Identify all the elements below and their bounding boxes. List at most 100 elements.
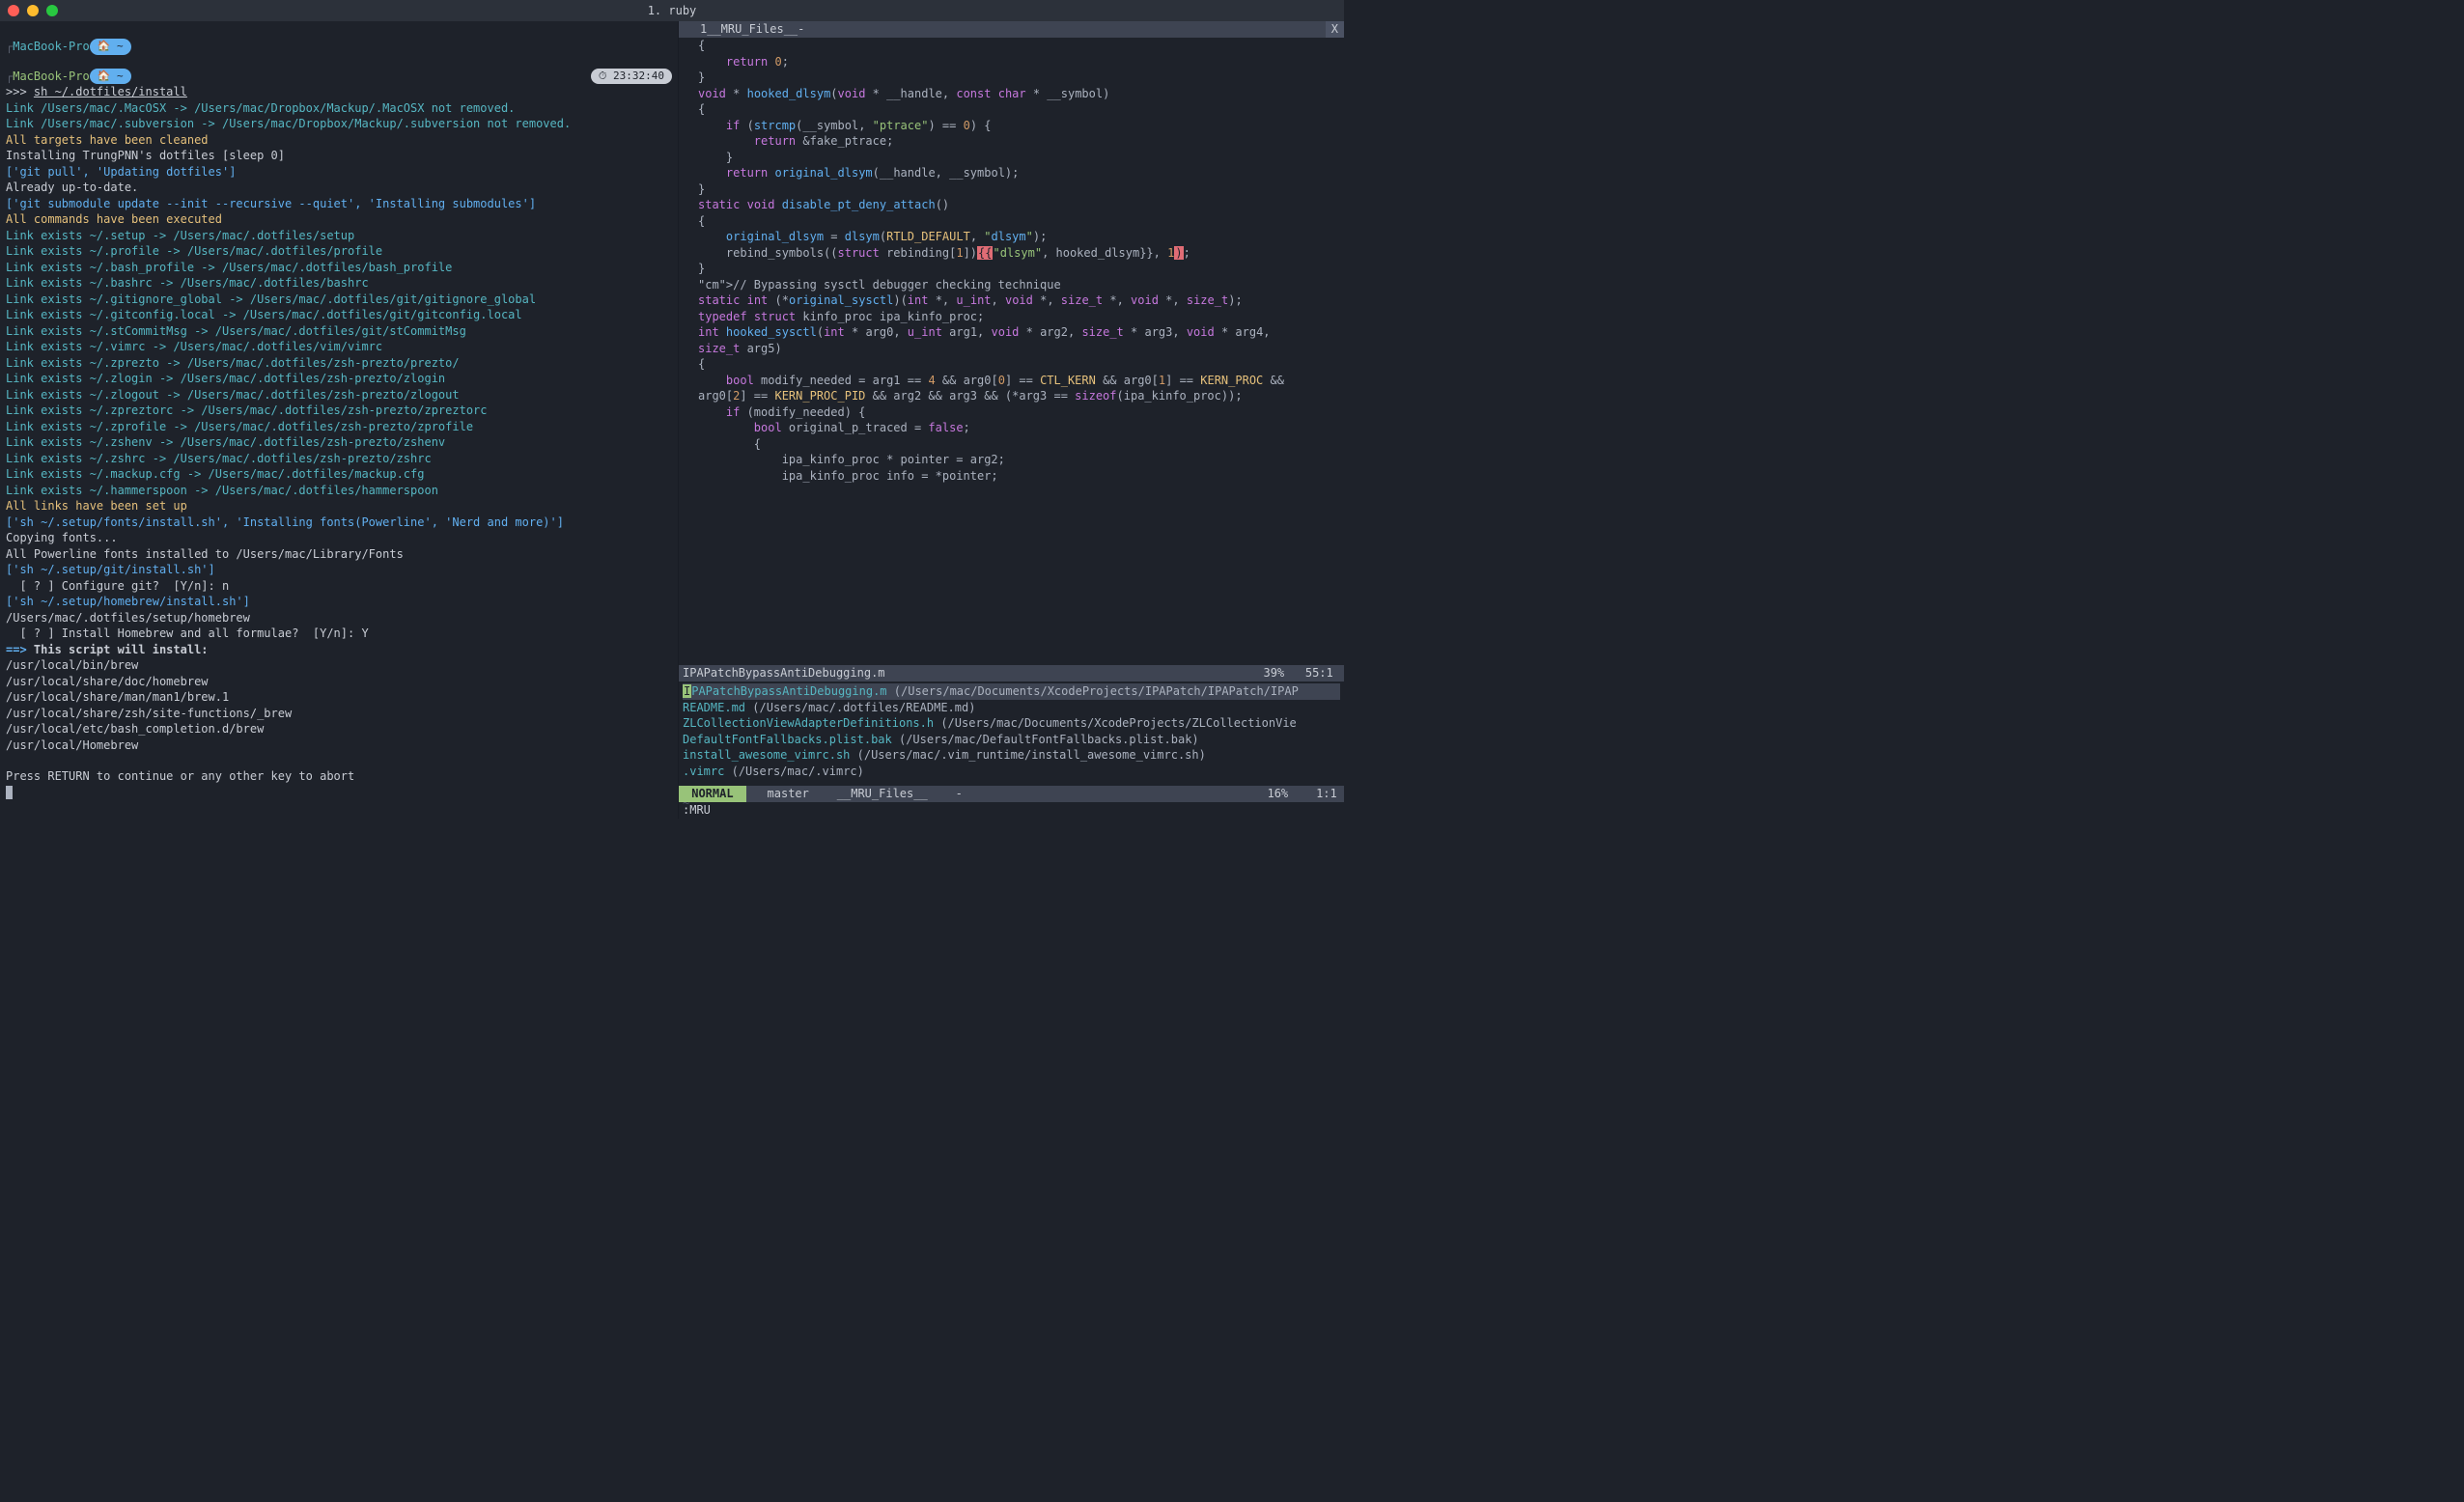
tab-line-number: 1 bbox=[700, 21, 707, 38]
code-line: if (strcmp(__symbol, "ptrace") == 0) { bbox=[698, 118, 1340, 134]
terminal-output-line: ['sh ~/.setup/fonts/install.sh', 'Instal… bbox=[6, 515, 672, 531]
install-path-line: /usr/local/share/zsh/site-functions/_bre… bbox=[6, 706, 672, 722]
terminal-output-line: Link exists ~/.gitignore_global -> /User… bbox=[6, 292, 672, 308]
mru-item[interactable]: DefaultFontFallbacks.plist.bak (/Users/m… bbox=[683, 732, 1340, 748]
mru-list[interactable]: IPAPatchBypassAntiDebugging.m (/Users/ma… bbox=[679, 681, 1344, 786]
terminal-output-line: Link exists ~/.gitconfig.local -> /Users… bbox=[6, 307, 672, 323]
terminal-output-line: Link exists ~/.stCommitMsg -> /Users/mac… bbox=[6, 323, 672, 340]
code-line: } bbox=[698, 261, 1340, 277]
terminal-output-line: Link exists ~/.zshenv -> /Users/mac/.dot… bbox=[6, 434, 672, 451]
code-line: } bbox=[698, 181, 1340, 198]
code-line: { bbox=[698, 436, 1340, 453]
terminal-output-line: Installing TrungPNN's dotfiles [sleep 0] bbox=[6, 148, 672, 164]
terminal-output-line: All Powerline fonts installed to /Users/… bbox=[6, 546, 672, 563]
code-line: { bbox=[698, 101, 1340, 118]
terminal-output-line: Link exists ~/.bash_profile -> /Users/ma… bbox=[6, 260, 672, 276]
clock-badge: ⏱ 23:32:40 bbox=[591, 69, 672, 85]
code-line: bool modify_needed = arg1 == 4 && arg0[0… bbox=[698, 373, 1340, 404]
install-path-line: /usr/local/bin/brew bbox=[6, 657, 672, 674]
code-line: } bbox=[698, 70, 1340, 86]
prompt-line-1: ┌ MacBook-Pro 🏠 ~ bbox=[6, 39, 672, 55]
code-line: return &fake_ptrace; bbox=[698, 133, 1340, 150]
install-path-line: /usr/local/Homebrew bbox=[6, 737, 672, 754]
terminal-output-line: Link exists ~/.zpreztorc -> /Users/mac/.… bbox=[6, 403, 672, 419]
terminal-output-line: [ ? ] Install Homebrew and all formulae?… bbox=[6, 626, 672, 642]
code-line: int hooked_sysctl(int * arg0, u_int arg1… bbox=[698, 324, 1340, 356]
code-line: bool original_p_traced = false; bbox=[698, 420, 1340, 436]
titlebar: 1. ruby bbox=[0, 0, 1344, 21]
code-line: rebind_symbols((struct rebinding[1]){{"d… bbox=[698, 245, 1340, 262]
code-line: "cm">// Bypassing sysctl debugger checki… bbox=[698, 277, 1340, 293]
mru-item[interactable]: IPAPatchBypassAntiDebugging.m (/Users/ma… bbox=[683, 683, 1340, 700]
terminal-output-line: ['git pull', 'Updating dotfiles'] bbox=[6, 164, 672, 181]
terminal-output-line: Link /Users/mac/.MacOSX -> /Users/mac/Dr… bbox=[6, 100, 672, 117]
vim-command-line[interactable]: :MRU bbox=[679, 802, 1344, 819]
code-line: return 0; bbox=[698, 54, 1340, 70]
vim-tabline[interactable]: 1 __MRU_Files__ - X bbox=[679, 21, 1344, 38]
terminal-output-line: All commands have been executed bbox=[6, 211, 672, 228]
terminal-output-line: [ ? ] Configure git? [Y/n]: n bbox=[6, 578, 672, 595]
mru-item[interactable]: ZLCollectionViewAdapterDefinitions.h (/U… bbox=[683, 715, 1340, 732]
terminal-output-line: ['sh ~/.setup/git/install.sh'] bbox=[6, 562, 672, 578]
code-line: original_dlsym = dlsym(RTLD_DEFAULT, "dl… bbox=[698, 229, 1340, 245]
fullscreen-window-button[interactable] bbox=[46, 5, 58, 16]
install-path-line: /usr/local/share/man/man1/brew.1 bbox=[6, 689, 672, 706]
prompt-line-2: ┌ MacBook-Pro 🏠 ~ ⏱ 23:32:40 bbox=[6, 69, 672, 85]
close-tab-button[interactable]: X bbox=[1326, 21, 1344, 38]
mru-item[interactable]: install_awesome_vimrc.sh (/Users/mac/.vi… bbox=[683, 747, 1340, 764]
terminal-output-line: Link exists ~/.zlogin -> /Users/mac/.dot… bbox=[6, 371, 672, 387]
code-line: typedef struct kinfo_proc ipa_kinfo_proc… bbox=[698, 309, 1340, 325]
editor-pane[interactable]: 1 __MRU_Files__ - X { return 0;}void * h… bbox=[679, 21, 1344, 819]
code-line: if (modify_needed) { bbox=[698, 404, 1340, 421]
code-line: } bbox=[698, 150, 1340, 166]
statusbar-upper: IPAPatchBypassAntiDebugging.m 39% 55:1 bbox=[679, 665, 1344, 681]
terminal-output-line: Link exists ~/.vimrc -> /Users/mac/.dotf… bbox=[6, 339, 672, 355]
terminal-output-line: ['sh ~/.setup/homebrew/install.sh'] bbox=[6, 594, 672, 610]
terminal-output-line: Link exists ~/.zprezto -> /Users/mac/.do… bbox=[6, 355, 672, 372]
statusbar-lower: NORMAL master __MRU_Files__ - 16% 1:1 bbox=[679, 786, 1344, 802]
code-line: ipa_kinfo_proc * pointer = arg2; bbox=[698, 452, 1340, 468]
terminal-output-line: Link exists ~/.profile -> /Users/mac/.do… bbox=[6, 243, 672, 260]
install-path-line: /usr/local/share/doc/homebrew bbox=[6, 674, 672, 690]
line-gutter bbox=[679, 38, 698, 665]
mru-item[interactable]: README.md (/Users/mac/.dotfiles/README.m… bbox=[683, 700, 1340, 716]
code-line: return original_dlsym(__handle, __symbol… bbox=[698, 165, 1340, 181]
code-line: ipa_kinfo_proc info = *pointer; bbox=[698, 468, 1340, 485]
home-icon: 🏠 ~ bbox=[90, 39, 131, 55]
tab-flag: - bbox=[798, 21, 804, 38]
code-line: { bbox=[698, 213, 1340, 230]
terminal-output-line: All targets have been cleaned bbox=[6, 132, 672, 149]
terminal-output-line: Copying fonts... bbox=[6, 530, 672, 546]
mru-item[interactable]: .vimrc (/Users/mac/.vimrc) bbox=[683, 764, 1340, 780]
close-window-button[interactable] bbox=[8, 5, 19, 16]
terminal-output-line: Link exists ~/.zlogout -> /Users/mac/.do… bbox=[6, 387, 672, 403]
terminal-output-line: Link exists ~/.setup -> /Users/mac/.dotf… bbox=[6, 228, 672, 244]
footer-prompt: Press RETURN to continue or any other ke… bbox=[6, 768, 672, 785]
home-icon: 🏠 ~ bbox=[90, 69, 131, 85]
traffic-lights bbox=[8, 5, 58, 16]
terminal-output-line: ['git submodule update --init --recursiv… bbox=[6, 196, 672, 212]
terminal-cursor bbox=[6, 786, 13, 799]
code-line: static void disable_pt_deny_attach() bbox=[698, 197, 1340, 213]
code-line: { bbox=[698, 38, 1340, 54]
terminal-output-line: Link exists ~/.hammerspoon -> /Users/mac… bbox=[6, 483, 672, 499]
terminal-output-line: Link exists ~/.mackup.cfg -> /Users/mac/… bbox=[6, 466, 672, 483]
terminal-output-line: All links have been set up bbox=[6, 498, 672, 515]
terminal-output-line: /Users/mac/.dotfiles/setup/homebrew bbox=[6, 610, 672, 626]
terminal-output-line: Link exists ~/.zshrc -> /Users/mac/.dotf… bbox=[6, 451, 672, 467]
install-path-line: /usr/local/etc/bash_completion.d/brew bbox=[6, 721, 672, 737]
terminal-output-line: Link exists ~/.bashrc -> /Users/mac/.dot… bbox=[6, 275, 672, 292]
mode-indicator: NORMAL bbox=[679, 786, 746, 802]
minimize-window-button[interactable] bbox=[27, 5, 39, 16]
code-line: { bbox=[698, 356, 1340, 373]
terminal-output-line: Link exists ~/.zprofile -> /Users/mac/.d… bbox=[6, 419, 672, 435]
code-line: static int (*original_sysctl)(int *, u_i… bbox=[698, 292, 1340, 309]
code-area[interactable]: { return 0;}void * hooked_dlsym(void * _… bbox=[698, 38, 1344, 665]
code-line: void * hooked_dlsym(void * __handle, con… bbox=[698, 86, 1340, 102]
terminal-pane[interactable]: ┌ MacBook-Pro 🏠 ~ ┌ MacBook-Pro 🏠 ~ ⏱ 23… bbox=[0, 21, 679, 819]
window-title: 1. ruby bbox=[648, 4, 697, 17]
terminal-output-line: Link /Users/mac/.subversion -> /Users/ma… bbox=[6, 116, 672, 132]
command-line: >>> sh ~/.dotfiles/install bbox=[6, 84, 672, 100]
terminal-output-line: Already up-to-date. bbox=[6, 180, 672, 196]
tab-filename[interactable]: __MRU_Files__ bbox=[707, 21, 798, 38]
